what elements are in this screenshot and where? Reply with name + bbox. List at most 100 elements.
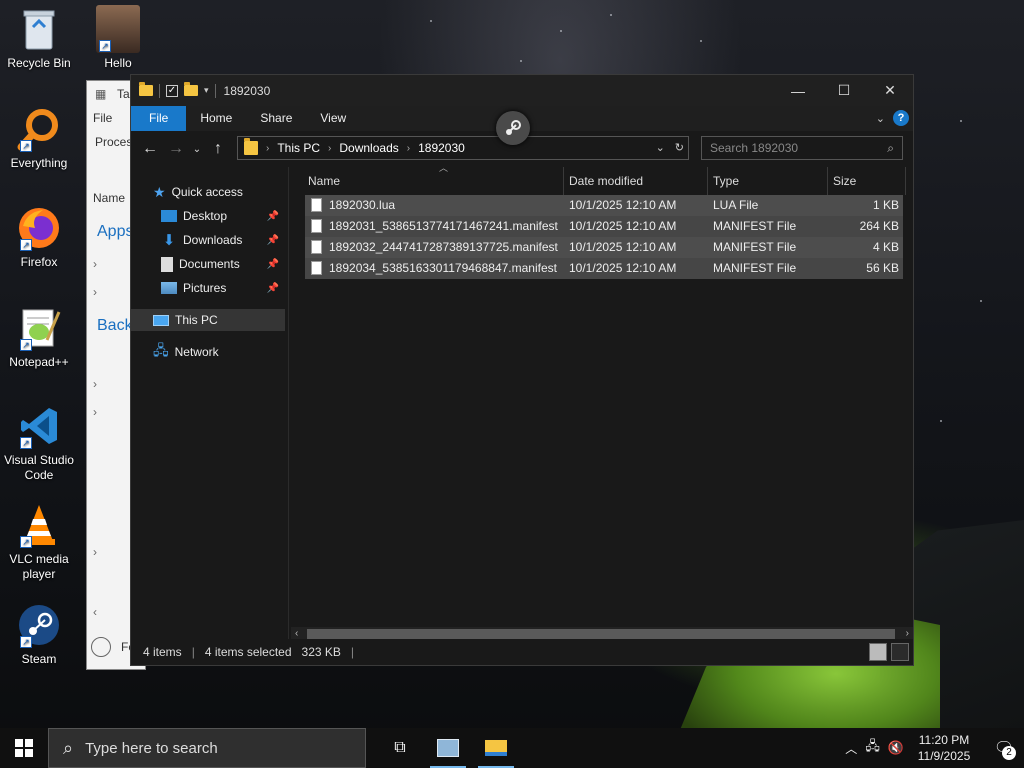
desktop-icon-label: Firefox xyxy=(20,255,58,269)
nav-quick-access[interactable]: ★ Quick access xyxy=(153,181,243,203)
tab-file[interactable]: File xyxy=(131,106,187,131)
desktop-icon-notepadpp[interactable]: ↗ Notepad++ xyxy=(1,305,77,370)
file-explorer-app-icon xyxy=(485,740,507,756)
show-hidden-icons-chevron-icon[interactable]: ︿ xyxy=(845,740,857,757)
task-view-button[interactable]: ⧉ xyxy=(376,728,424,768)
expand-chevron-icon[interactable]: › xyxy=(93,257,97,271)
properties-check-icon[interactable]: ✓ xyxy=(166,84,178,97)
breadcrumb-separator-icon[interactable]: › xyxy=(407,143,410,154)
section-background: Back xyxy=(97,317,133,334)
file-name: 1892030.lua xyxy=(329,198,396,212)
recent-locations-chevron-icon[interactable]: ⌄ xyxy=(189,144,205,155)
file-row[interactable]: 1892032_2447417287389137725.manifest 10/… xyxy=(305,237,903,258)
nav-documents[interactable]: Documents 📌 xyxy=(161,253,285,275)
start-button[interactable] xyxy=(0,728,48,768)
network-status-icon[interactable]: 🖧 xyxy=(865,737,880,759)
file-type: MANIFEST File xyxy=(713,261,797,275)
nav-desktop[interactable]: Desktop 📌 xyxy=(161,205,285,227)
breadcrumb-downloads[interactable]: Downloads xyxy=(339,141,398,155)
column-name[interactable]: Name xyxy=(303,167,564,195)
notification-count-badge: 2 xyxy=(1002,746,1016,760)
desktop-icon-recycle-bin[interactable]: Recycle Bin xyxy=(1,6,77,71)
breadcrumb-separator-icon[interactable]: › xyxy=(266,143,269,154)
folder-icon xyxy=(244,138,258,155)
pin-icon[interactable]: 📌 xyxy=(267,283,279,294)
desktop-icon-steam[interactable]: ↗ Steam xyxy=(1,602,77,667)
tab-processes[interactable]: Proces xyxy=(95,135,132,149)
breadcrumb-separator-icon[interactable]: › xyxy=(328,143,331,154)
notification-center-button[interactable]: 🗨 2 xyxy=(984,728,1024,768)
large-icons-view-button[interactable] xyxy=(891,643,909,661)
desktop-icon-vscode[interactable]: ↗ Visual Studio Code xyxy=(1,403,77,483)
taskbar-search-box[interactable]: ⌕ Type here to search xyxy=(48,728,366,768)
maximize-button[interactable]: ☐ xyxy=(821,75,867,106)
shortcut-arrow-icon: ↗ xyxy=(20,636,32,648)
clock[interactable]: 11:20 PM 11/9/2025 xyxy=(912,732,976,764)
shortcut-arrow-icon: ↗ xyxy=(20,339,32,351)
tab-share[interactable]: Share xyxy=(246,106,306,131)
document-icon xyxy=(161,256,173,272)
column-date-modified[interactable]: Date modified xyxy=(564,167,708,195)
task-manager-icon: ▦ xyxy=(95,87,107,101)
nav-this-pc[interactable]: This PC xyxy=(131,309,285,331)
back-arrow-icon[interactable]: ← xyxy=(137,140,163,158)
shortcut-arrow-icon: ↗ xyxy=(20,140,32,152)
fewer-details-icon[interactable] xyxy=(91,637,111,657)
nav-label: This PC xyxy=(175,313,218,327)
forward-arrow-icon[interactable]: → xyxy=(163,140,189,158)
nav-network[interactable]: 🖧 Network xyxy=(153,341,219,363)
close-button[interactable]: ✕ xyxy=(867,75,913,106)
tab-view[interactable]: View xyxy=(306,106,360,131)
desktop-icon-everything[interactable]: ↗ Everything xyxy=(1,106,77,171)
desktop-icon-vlc[interactable]: ↗ VLC media player xyxy=(1,502,77,582)
taskbar-file-explorer[interactable] xyxy=(472,728,520,768)
customize-toolbar-chevron-icon[interactable]: ▾ xyxy=(204,85,209,96)
expand-chevron-icon[interactable]: › xyxy=(93,405,97,419)
expand-chevron-icon[interactable]: › xyxy=(93,545,97,559)
column-size[interactable]: Size xyxy=(828,167,906,195)
file-row[interactable]: 1892034_5385163301179468847.manifest 10/… xyxy=(305,258,903,279)
volume-muted-icon[interactable]: 🔇 xyxy=(888,740,904,756)
file-row[interactable]: 1892030.lua 10/1/2025 12:10 AM LUA File … xyxy=(305,195,903,216)
details-view-button[interactable] xyxy=(869,643,887,661)
refresh-icon[interactable]: ↻ xyxy=(675,141,684,154)
expand-ribbon-chevron-icon[interactable]: ⌄ xyxy=(876,112,885,125)
taskbar-task-manager[interactable] xyxy=(424,728,472,768)
breadcrumb-this-pc[interactable]: This PC xyxy=(277,141,320,155)
shortcut-arrow-icon: ↗ xyxy=(20,536,32,548)
pin-icon[interactable]: 📌 xyxy=(267,259,279,270)
help-icon[interactable]: ? xyxy=(893,110,909,126)
pin-icon[interactable]: 📌 xyxy=(267,211,279,222)
search-box[interactable]: Search 1892030 ⌕ xyxy=(701,136,903,160)
nav-downloads[interactable]: ⬇ Downloads 📌 xyxy=(161,229,285,251)
menu-file[interactable]: File xyxy=(93,111,112,125)
expand-chevron-icon[interactable]: › xyxy=(93,377,97,391)
file-type: MANIFEST File xyxy=(713,219,797,233)
file-explorer-window[interactable]: ✓ ▾ 1892030 — ☐ ✕ File Home Share View ⌄… xyxy=(130,74,914,666)
file-row[interactable]: 1892031_5386513774171467241.manifest 10/… xyxy=(305,216,903,237)
divider xyxy=(159,83,160,98)
hello-neighbor-icon: ↗ xyxy=(95,5,141,53)
scrollbar-thumb[interactable] xyxy=(307,629,895,639)
minimize-button[interactable]: — xyxy=(775,75,821,106)
pin-icon[interactable]: 📌 xyxy=(267,235,279,246)
desktop-icon-hello-neighbor[interactable]: ↗ Hello Neighbor xyxy=(80,5,156,71)
task-manager-title: Ta xyxy=(117,87,130,101)
expand-chevron-icon[interactable]: › xyxy=(93,285,97,299)
column-type[interactable]: Type xyxy=(708,167,828,195)
nav-pictures[interactable]: Pictures 📌 xyxy=(161,277,285,299)
up-arrow-icon[interactable]: ↑ xyxy=(205,140,231,158)
address-dropdown-chevron-icon[interactable]: ⌄ xyxy=(656,141,665,154)
new-folder-icon[interactable] xyxy=(184,82,198,96)
title-bar[interactable]: ✓ ▾ 1892030 — ☐ ✕ xyxy=(131,75,913,106)
nav-label: Downloads xyxy=(183,233,243,247)
scroll-left-icon[interactable]: ‹ xyxy=(93,605,97,619)
divider: | xyxy=(191,645,195,659)
breadcrumb-current-folder[interactable]: 1892030 xyxy=(418,141,465,155)
selected-size: 323 KB xyxy=(301,645,341,659)
column-name[interactable]: Name xyxy=(93,191,125,205)
tab-home[interactable]: Home xyxy=(186,106,246,131)
desktop-icon-firefox[interactable]: ↗ Firefox xyxy=(1,205,77,270)
desktop-icon-label: VLC media player xyxy=(9,552,69,581)
address-bar[interactable]: › This PC › Downloads › 1892030 ⌄ ↻ xyxy=(237,136,689,160)
